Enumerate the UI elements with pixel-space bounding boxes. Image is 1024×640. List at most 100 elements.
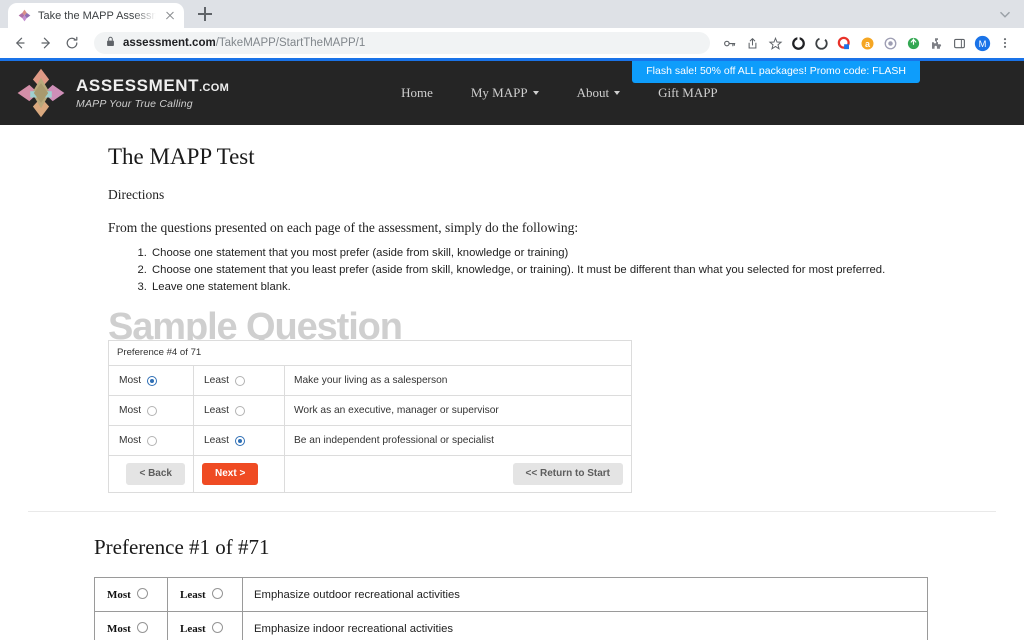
sidepanel-icon[interactable]	[948, 32, 970, 54]
nav-item-my-mapp[interactable]: My MAPP	[471, 85, 539, 101]
page-content: The MAPP Test Directions From the questi…	[0, 144, 1024, 640]
most-label: Most	[107, 589, 131, 602]
sample-most-cell[interactable]: Most	[108, 365, 194, 397]
table-row: Most Least Emphasize indoor recreational…	[94, 611, 928, 640]
profile-avatar[interactable]: M	[971, 32, 993, 54]
browser-toolbar: assessment.com/TakeMAPP/StartTheMAPP/1 a…	[0, 28, 1024, 58]
nav-item-label: About	[576, 85, 610, 100]
sample-question-table: Preference #4 of 71 Most Least Make your…	[108, 340, 632, 494]
reload-icon[interactable]	[60, 31, 84, 55]
question-statement: Emphasize indoor recreational activities	[242, 611, 928, 640]
sample-most-cell[interactable]: Most	[108, 395, 194, 427]
least-radio[interactable]	[234, 405, 245, 416]
tab-title: Take the MAPP Assessment - ...	[38, 9, 156, 22]
url-domain: assessment.com	[123, 37, 216, 49]
least-radio[interactable]	[211, 588, 223, 600]
direction-step: Choose one statement that you most prefe…	[150, 245, 1024, 262]
bookmark-star-icon[interactable]	[764, 32, 786, 54]
question-least-cell[interactable]: Least	[167, 611, 243, 640]
table-row: Most Least Work as an executive, manager…	[108, 395, 632, 427]
flash-sale-banner[interactable]: Flash sale! 50% off ALL packages! Promo …	[632, 61, 920, 83]
url-text: assessment.com/TakeMAPP/StartTheMAPP/1	[123, 37, 365, 49]
directions-steps: Choose one statement that you most prefe…	[0, 245, 1024, 296]
lock-icon	[106, 34, 115, 52]
sample-least-cell[interactable]: Least	[193, 365, 285, 397]
logo-tagline: MAPP Your True Calling	[76, 97, 193, 110]
chevron-down-icon	[614, 91, 621, 95]
gray-target-extension-icon[interactable]	[879, 32, 901, 54]
next-button[interactable]: Next >	[202, 463, 259, 486]
sample-most-cell[interactable]: Most	[108, 425, 194, 457]
question-statement: Emphasize outdoor recreational activitie…	[242, 577, 928, 613]
new-tab-button[interactable]	[192, 1, 218, 27]
most-radio[interactable]	[147, 405, 158, 416]
chevron-down-icon	[532, 91, 539, 95]
nav-item-home[interactable]: Home	[401, 85, 433, 101]
sample-least-cell[interactable]: Least	[193, 425, 285, 457]
question-table: Most Least Emphasize outdoor recreationa…	[94, 577, 928, 640]
sample-least-cell[interactable]: Least	[193, 395, 285, 427]
section-divider	[28, 511, 996, 513]
mapp-diamond-logo-icon	[14, 65, 68, 121]
sample-button-row: < Back Next > << Return to Start	[108, 455, 632, 494]
forward-arrow-icon[interactable]	[34, 31, 58, 55]
sample-preference-header: Preference #4 of 71	[108, 340, 632, 367]
tab-strip: Take the MAPP Assessment - ...	[0, 0, 1024, 28]
url-path: /TakeMAPP/StartTheMAPP/1	[215, 37, 366, 49]
site-header: ASSESSMENT.COM MAPP Your True Calling Ho…	[0, 61, 1024, 125]
most-label: Most	[119, 375, 142, 387]
green-circle-extension-icon[interactable]	[902, 32, 924, 54]
least-radio[interactable]	[211, 622, 223, 634]
question-title: Preference #1 of #71	[94, 535, 270, 560]
most-label: Most	[119, 405, 142, 417]
site-nav: Home My MAPP About Gift MAPP	[401, 85, 718, 101]
sample-return-cell: << Return to Start	[284, 455, 632, 494]
directions-intro: From the questions presented on each pag…	[108, 220, 579, 235]
amazon-extension-icon[interactable]: a	[856, 32, 878, 54]
directions-heading: Directions	[108, 187, 165, 202]
site-logo[interactable]: ASSESSMENT.COM MAPP Your True Calling	[14, 65, 229, 121]
page-viewport: ASSESSMENT.COM MAPP Your True Calling Ho…	[0, 61, 1024, 640]
nav-item-label: Gift MAPP	[658, 85, 718, 100]
gray-circle-extension-icon[interactable]	[810, 32, 832, 54]
back-arrow-icon[interactable]	[8, 31, 32, 55]
sample-statement: Work as an executive, manager or supervi…	[284, 395, 632, 427]
least-radio[interactable]	[234, 375, 245, 386]
close-icon[interactable]	[163, 9, 177, 23]
back-button[interactable]: < Back	[126, 463, 185, 486]
nav-item-gift-mapp[interactable]: Gift MAPP	[658, 85, 718, 101]
red-circle-extension-icon[interactable]	[833, 32, 855, 54]
browser-window: Take the MAPP Assessment - ...	[0, 0, 1024, 640]
table-row: Most Least Be an independent professiona…	[108, 425, 632, 457]
puzzle-extensions-icon[interactable]	[925, 32, 947, 54]
question-most-cell[interactable]: Most	[94, 577, 168, 613]
address-bar[interactable]: assessment.com/TakeMAPP/StartTheMAPP/1	[94, 32, 710, 54]
table-row: Most Least Emphasize outdoor recreationa…	[94, 577, 928, 613]
mapp-diamond-icon	[18, 9, 31, 22]
page-title: The MAPP Test	[108, 144, 255, 169]
share-icon[interactable]	[741, 32, 763, 54]
question-least-cell[interactable]: Least	[167, 577, 243, 613]
logo-text: ASSESSMENT.COM MAPP Your True Calling	[76, 77, 229, 110]
password-key-icon[interactable]	[718, 32, 740, 54]
most-radio[interactable]	[147, 375, 158, 386]
most-radio[interactable]	[147, 435, 158, 446]
logo-dotcom: .COM	[199, 81, 230, 94]
least-radio[interactable]	[234, 435, 245, 446]
question-most-cell[interactable]: Most	[94, 611, 168, 640]
return-to-start-button[interactable]: << Return to Start	[512, 463, 623, 486]
sample-statement: Be an independent professional or specia…	[284, 425, 632, 457]
browser-tab[interactable]: Take the MAPP Assessment - ...	[8, 3, 184, 28]
black-circle-extension-icon[interactable]	[787, 32, 809, 54]
least-label: Least	[180, 589, 206, 602]
nav-item-about[interactable]: About	[577, 85, 621, 101]
most-radio[interactable]	[136, 622, 148, 634]
least-label: Least	[204, 435, 229, 447]
sample-next-cell: Next >	[193, 455, 285, 494]
sample-statement: Make your living as a salesperson	[284, 365, 632, 397]
most-label: Most	[107, 623, 131, 636]
logo-name: ASSESSMENT.COM	[76, 75, 230, 95]
chevron-down-icon[interactable]	[996, 5, 1014, 23]
chrome-menu-icon[interactable]	[994, 32, 1016, 54]
most-radio[interactable]	[136, 588, 148, 600]
